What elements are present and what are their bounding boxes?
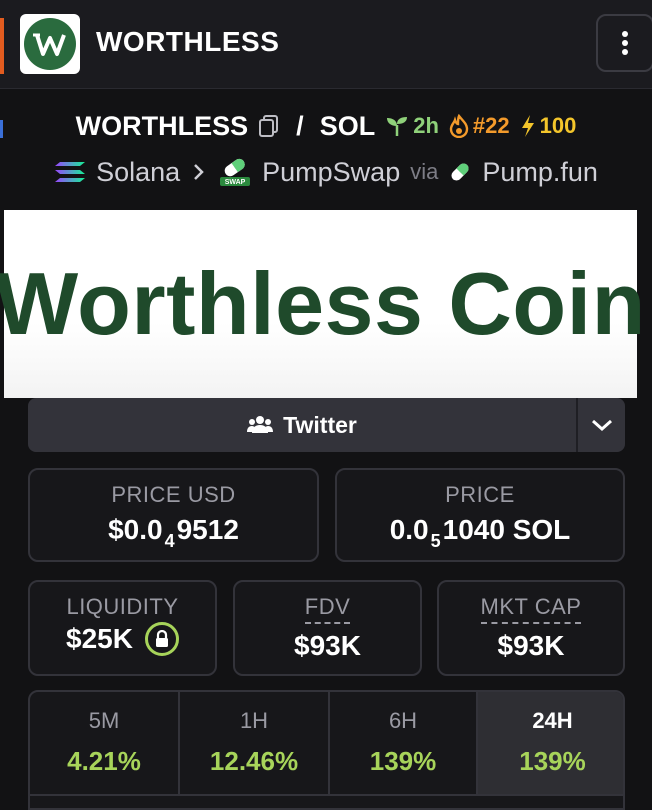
copy-icon[interactable] bbox=[258, 114, 280, 138]
mkt-cap-value: $93K bbox=[497, 630, 565, 661]
price-usd-value: $0.0 4 9512 bbox=[30, 514, 317, 551]
price-native-zero-count: 5 bbox=[430, 531, 441, 551]
pair-age-text: 2h bbox=[413, 113, 439, 138]
token-logo bbox=[20, 14, 80, 74]
fdv-value: $93K bbox=[294, 630, 361, 661]
price-native-prefix: 0.0 bbox=[389, 514, 429, 545]
mkt-cap-label[interactable]: MKT CAP bbox=[480, 594, 582, 624]
price-native-value: 0.0 5 1040 SOL bbox=[337, 514, 623, 551]
liquidity-value: $25K bbox=[66, 623, 133, 654]
sprout-icon bbox=[387, 117, 408, 136]
users-icon bbox=[247, 416, 274, 433]
price-native-digits: 1040 SOL bbox=[442, 514, 571, 545]
token-banner-image: Worthless Coin bbox=[0, 210, 645, 398]
launchpad-link-pumpfun[interactable]: Pump.fun bbox=[482, 157, 598, 188]
price-usd-prefix: $0.0 bbox=[108, 514, 163, 545]
price-change-table: 5M 4.21% 1H 12.46% 6H 139% 24H 139% bbox=[28, 690, 625, 810]
timeframe-table-bottom-border bbox=[30, 794, 623, 796]
timeframe-change: 139% bbox=[519, 746, 586, 776]
chain-link-solana[interactable]: Solana bbox=[96, 157, 180, 188]
chevron-right-icon bbox=[194, 164, 204, 180]
timeframe-label: 5M bbox=[88, 708, 120, 733]
mkt-cap-card: MKT CAP $93K bbox=[437, 580, 625, 676]
pair-age-badge: 2h bbox=[385, 113, 439, 139]
quote-token-symbol: SOL bbox=[319, 110, 376, 141]
boost-badge[interactable]: 100 bbox=[520, 113, 577, 139]
liquidity-value-row: $25K bbox=[30, 622, 215, 656]
svg-text:SWAP: SWAP bbox=[225, 179, 246, 186]
price-native-card: PRICE 0.0 5 1040 SOL bbox=[335, 468, 625, 562]
price-usd-label: PRICE USD bbox=[111, 482, 236, 507]
pill-icon bbox=[451, 163, 469, 181]
price-usd-digits: 9512 bbox=[176, 514, 239, 545]
lightning-icon bbox=[521, 115, 534, 137]
pumpswap-icon: SWAP bbox=[220, 158, 251, 186]
liquidity-label: LIQUIDITY bbox=[66, 594, 179, 619]
via-label: via bbox=[410, 159, 439, 184]
token-logo-badge bbox=[24, 18, 76, 70]
flame-icon bbox=[449, 114, 469, 138]
price-usd-card: PRICE USD $0.0 4 9512 bbox=[28, 468, 319, 562]
twitter-button[interactable]: Twitter bbox=[28, 398, 576, 452]
pair-separator: / bbox=[296, 110, 304, 141]
timeframe-change: 4.21% bbox=[67, 746, 141, 776]
chevron-down-icon bbox=[591, 419, 612, 432]
timeframe-label: 24H bbox=[532, 708, 573, 733]
solana-icon bbox=[55, 162, 86, 182]
base-token-symbol: WORTHLESS bbox=[75, 110, 249, 141]
fdv-card: FDV $93K bbox=[233, 580, 422, 676]
w-logo-icon bbox=[33, 33, 66, 56]
trending-badge[interactable]: #22 bbox=[449, 113, 510, 139]
dex-link-pumpswap[interactable]: PumpSwap bbox=[262, 157, 400, 188]
price-usd-zero-count: 4 bbox=[164, 531, 175, 551]
timeframe-label: 6H bbox=[388, 708, 418, 733]
liquidity-lock-button[interactable] bbox=[144, 622, 179, 656]
social-links-bar: Twitter bbox=[28, 398, 625, 452]
pair-row: WORTHLESS / SOL 2h #22 100 bbox=[0, 104, 652, 148]
fdv-label[interactable]: FDV bbox=[304, 594, 351, 624]
more-menu-button[interactable] bbox=[596, 14, 652, 72]
banner-text: Worthless Coin bbox=[0, 254, 646, 353]
social-dropdown-toggle[interactable] bbox=[578, 398, 625, 452]
accent-strip bbox=[0, 18, 4, 74]
timeframe-tab-6h[interactable]: 6H 139% bbox=[330, 692, 476, 794]
lock-icon bbox=[155, 630, 168, 647]
top-bar: WORTHLESS bbox=[0, 0, 652, 89]
timeframe-label: 1H bbox=[239, 708, 269, 733]
timeframe-change: 139% bbox=[369, 746, 437, 776]
timeframe-change: 12.46% bbox=[209, 746, 299, 776]
boost-count-text: 100 bbox=[539, 113, 577, 138]
liquidity-card: LIQUIDITY $25K bbox=[28, 580, 217, 676]
twitter-label: Twitter bbox=[283, 411, 357, 438]
trending-rank-text: #22 bbox=[472, 113, 510, 138]
app-title: WORTHLESS bbox=[96, 26, 280, 57]
kebab-menu-icon bbox=[622, 31, 628, 55]
timeframe-tab-1h[interactable]: 1H 12.46% bbox=[180, 692, 328, 794]
price-native-label: PRICE bbox=[445, 482, 515, 507]
chain-breadcrumb: Solana SWAP PumpSwap via Pump.fun bbox=[0, 150, 652, 194]
timeframe-tab-5m[interactable]: 5M 4.21% bbox=[30, 692, 178, 794]
timeframe-tab-24h[interactable]: 24H 139% bbox=[478, 692, 623, 794]
